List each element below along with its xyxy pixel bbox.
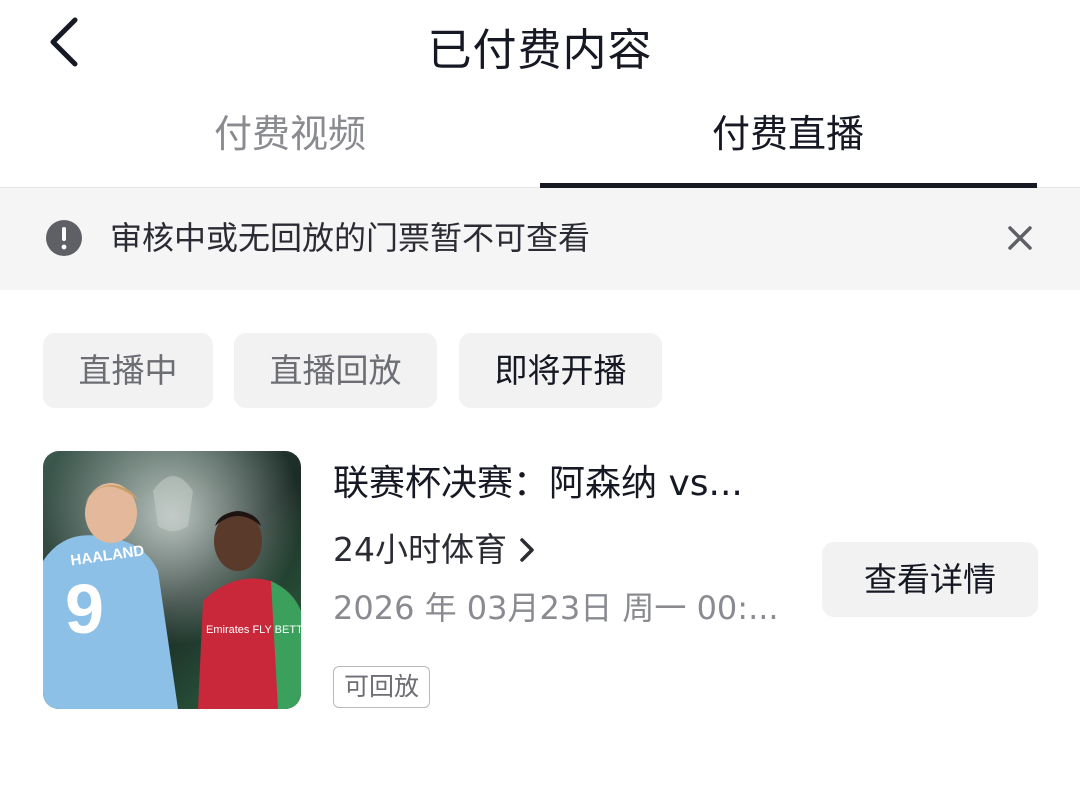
event-title[interactable]: 联赛杯决赛：阿森纳 vs... (333, 459, 793, 509)
tab-bar: 付费视频 付费直播 (0, 96, 1080, 188)
channel-link[interactable]: 24小时体育 (333, 527, 535, 573)
exclamation-circle-icon (46, 220, 82, 256)
view-details-button[interactable]: 查看详情 (822, 542, 1038, 617)
cover-jersey-number: 9 (65, 570, 104, 648)
tab-paid-live[interactable]: 付费直播 (538, 96, 1038, 187)
channel-name: 24小时体育 (333, 530, 507, 569)
event-time: 2026 年 03月23日 周一 00:... (333, 589, 779, 627)
chevron-right-icon (520, 538, 534, 562)
filter-chip-upcoming[interactable]: 即将开播 (459, 333, 662, 408)
cover-artwork: HAALAND 9 Emirates FLY BETTER (43, 451, 301, 709)
notice-close-button[interactable] (1000, 218, 1040, 258)
replay-available-badge: 可回放 (333, 666, 431, 708)
notice-banner: 审核中或无回放的门票暂不可查看 (0, 188, 1080, 290)
page-title: 已付费内容 (427, 25, 653, 76)
close-icon (1008, 226, 1032, 250)
notice-text: 审核中或无回放的门票暂不可查看 (110, 219, 591, 257)
cover-sponsor-text: Emirates FLY BETTER (206, 624, 301, 636)
tab-paid-videos[interactable]: 付费视频 (40, 96, 540, 187)
event-cover-image[interactable]: HAALAND 9 Emirates FLY BETTER (43, 451, 301, 709)
filter-chip-replay[interactable]: 直播回放 (234, 333, 437, 408)
filter-chip-live-now[interactable]: 直播中 (43, 333, 213, 408)
top-nav-bar: 已付费内容 (0, 0, 1080, 88)
live-ticket-card: HAALAND 9 Emirates FLY BETTER 联赛杯决赛：阿森纳 … (43, 451, 1038, 709)
